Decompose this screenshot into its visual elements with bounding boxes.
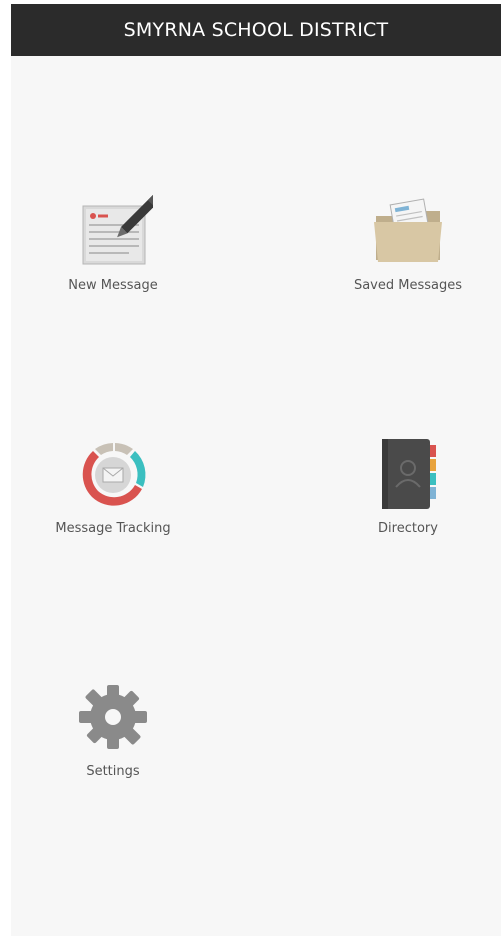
saved-messages-label: Saved Messages — [353, 278, 463, 293]
settings-label: Settings — [86, 764, 140, 779]
new-message-button[interactable]: New Message — [28, 192, 198, 302]
app-title: SMYRNA SCHOOL DISTRICT — [123, 19, 389, 41]
message-tracking-button[interactable]: Message Tracking — [28, 435, 198, 545]
directory-label: Directory — [378, 521, 438, 536]
directory-button[interactable]: Directory — [323, 435, 493, 545]
new-message-label: New Message — [68, 278, 158, 293]
saved-messages-button[interactable]: Saved Messages — [323, 192, 493, 302]
settings-button[interactable]: Settings — [28, 678, 198, 788]
new-message-icon — [73, 192, 153, 270]
folder-icon — [368, 192, 448, 270]
directory-book-icon — [368, 435, 448, 513]
app-screen: SMYRNA SCHOOL DISTRICT New Message Saved… — [11, 4, 501, 936]
message-tracking-icon — [73, 435, 153, 513]
message-tracking-label: Message Tracking — [55, 521, 171, 536]
gear-icon — [73, 678, 153, 756]
app-header: SMYRNA SCHOOL DISTRICT — [11, 4, 501, 56]
